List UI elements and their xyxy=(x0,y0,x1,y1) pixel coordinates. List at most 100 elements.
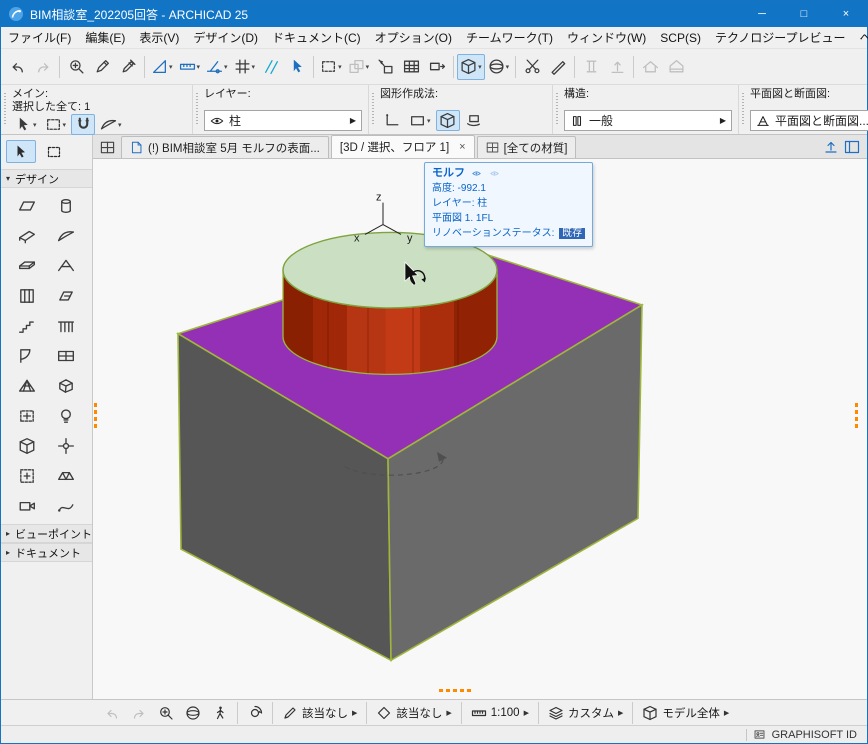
dropdown-caret-icon[interactable]: ▾ xyxy=(366,63,370,71)
title-bar[interactable]: BIM相談室_202205回答 - ARCHICAD 25 ─ □ × xyxy=(1,1,867,27)
rectangle-method-button[interactable]: ▾ xyxy=(406,110,434,131)
menu-options[interactable]: オプション(O) xyxy=(368,27,459,48)
dropdown-arrow-icon[interactable]: ▶ xyxy=(350,116,356,125)
3d-projection-button[interactable]: ▾ xyxy=(485,54,513,80)
dropdown-caret-icon[interactable]: ▾ xyxy=(169,63,173,71)
zone-tool[interactable] xyxy=(7,402,47,430)
spline-tool[interactable] xyxy=(47,492,87,520)
layer-combination-selector[interactable]: カスタム ▶ xyxy=(543,702,628,724)
bottom-dock-handle[interactable] xyxy=(439,689,473,692)
skylight-tool[interactable] xyxy=(47,282,87,310)
wall-tool[interactable] xyxy=(7,192,47,220)
toolbox-section-viewpoint[interactable]: ▸ ビューポイント xyxy=(1,524,92,543)
graphic-override-selector[interactable]: 該当なし ▶ xyxy=(371,702,456,724)
redo-button[interactable] xyxy=(30,54,56,80)
solid-edit-button[interactable] xyxy=(578,54,604,80)
toolbox-section-design[interactable]: ▾ デザイン xyxy=(1,169,92,188)
zoom-tool-button[interactable] xyxy=(63,54,89,80)
polyline-method-button[interactable] xyxy=(380,110,404,131)
truss-tool[interactable] xyxy=(47,462,87,490)
dropdown-arrow-icon[interactable]: ▶ xyxy=(720,116,726,125)
cursor-snap-button[interactable] xyxy=(284,54,310,80)
morph-tool[interactable] xyxy=(47,372,87,400)
stair-tool[interactable] xyxy=(7,312,47,340)
pickup-parameters-button[interactable] xyxy=(89,54,115,80)
dropdown-caret-icon[interactable]: ▾ xyxy=(338,63,342,71)
slab-tool[interactable] xyxy=(7,252,47,280)
guide-lines-button[interactable] xyxy=(258,54,284,80)
split-button[interactable] xyxy=(519,54,545,80)
menu-edit[interactable]: 編集(E) xyxy=(78,27,132,48)
camera-tool[interactable] xyxy=(7,492,47,520)
view-forward-button[interactable] xyxy=(126,702,152,724)
snap-point-options-button[interactable]: ▾ xyxy=(203,54,231,80)
dropdown-arrow-icon[interactable]: ▶ xyxy=(618,709,623,717)
arrow-tool-options-button[interactable]: ▾ xyxy=(12,114,40,135)
dropdown-arrow-icon[interactable]: ▶ xyxy=(524,709,529,717)
dropdown-caret-icon[interactable]: ▾ xyxy=(506,63,510,71)
dropdown-arrow-icon[interactable]: ▶ xyxy=(352,709,357,717)
organizer-icon[interactable] xyxy=(844,139,860,155)
close-button[interactable]: × xyxy=(825,1,867,27)
roof-tool[interactable] xyxy=(47,252,87,280)
adjust-elements-button[interactable] xyxy=(424,54,450,80)
select-tool[interactable] xyxy=(6,140,36,163)
dropdown-caret-icon[interactable]: ▾ xyxy=(63,121,67,129)
explore-model-button[interactable] xyxy=(207,702,233,724)
3d-visualization-button[interactable]: ▾ xyxy=(457,54,485,80)
left-dock-handle[interactable] xyxy=(94,403,97,431)
curtain-wall-tool[interactable] xyxy=(7,282,47,310)
floorplan-display-selector[interactable]: 平面図と断面図... xyxy=(750,110,868,131)
layer-selector[interactable]: 柱 ▶ xyxy=(204,110,362,131)
object-tool[interactable] xyxy=(7,432,47,460)
inject-parameters-button[interactable] xyxy=(115,54,141,80)
roof-tools-button[interactable] xyxy=(637,54,663,80)
trim-button[interactable] xyxy=(545,54,571,80)
opening-tool[interactable] xyxy=(7,462,47,490)
shape-options-button[interactable]: ▾ xyxy=(97,114,125,135)
structure-filter-selector[interactable]: モデル全体 ▶ xyxy=(637,702,734,724)
story-tools-button[interactable] xyxy=(663,54,689,80)
grid-element-tool[interactable] xyxy=(47,432,87,460)
dropdown-arrow-icon[interactable]: ▶ xyxy=(724,709,729,717)
tracker-options-button[interactable]: ▾ xyxy=(148,54,176,80)
minimize-button[interactable]: ─ xyxy=(741,1,783,27)
column-tool[interactable] xyxy=(47,192,87,220)
beam-tool[interactable] xyxy=(7,222,47,250)
suspend-groups-button[interactable] xyxy=(71,114,95,135)
tab-floorplan[interactable]: (!) BIM相談室 5月 モルフの表面... xyxy=(121,136,329,158)
pen-set-selector[interactable]: 該当なし ▶ xyxy=(277,702,362,724)
right-dock-handle[interactable] xyxy=(855,403,858,431)
menu-tech-preview[interactable]: テクノロジープレビュー xyxy=(708,27,853,48)
dropdown-caret-icon[interactable]: ▾ xyxy=(224,63,228,71)
cylinder-element[interactable] xyxy=(283,232,497,374)
group-options-button[interactable]: ▾ xyxy=(345,54,373,80)
dropdown-caret-icon[interactable]: ▾ xyxy=(197,63,201,71)
3d-canvas[interactable]: z x y モルフ 高度: - xyxy=(93,159,867,699)
element-schedule-button[interactable] xyxy=(398,54,424,80)
elevation-edit-button[interactable] xyxy=(604,54,630,80)
graphisoft-id-label[interactable]: GRAPHISOFT ID xyxy=(772,729,857,741)
view-back-button[interactable] xyxy=(99,702,125,724)
structure-selector[interactable]: 一般 ▶ xyxy=(564,110,732,131)
railing-tool[interactable] xyxy=(47,312,87,340)
revolved-method-button[interactable] xyxy=(462,110,486,131)
dropdown-caret-icon[interactable]: ▾ xyxy=(118,121,122,129)
lamp-tool[interactable] xyxy=(47,402,87,430)
shell-tool[interactable] xyxy=(47,222,87,250)
tab-3d-view[interactable]: [3D / 選択、フロア 1] × xyxy=(331,135,475,158)
menu-help[interactable]: ヘルプ(H) xyxy=(853,27,868,48)
zoom-in-button[interactable] xyxy=(153,702,179,724)
box-method-button[interactable] xyxy=(436,110,460,131)
orbit-mode-button[interactable] xyxy=(242,702,268,724)
pick-up-button[interactable] xyxy=(372,54,398,80)
menu-teamwork[interactable]: チームワーク(T) xyxy=(459,27,560,48)
menu-design[interactable]: デザイン(D) xyxy=(186,27,265,48)
menu-document[interactable]: ドキュメント(C) xyxy=(265,27,368,48)
door-tool[interactable] xyxy=(7,342,47,370)
measure-options-button[interactable]: ▾ xyxy=(176,54,204,80)
menu-window[interactable]: ウィンドウ(W) xyxy=(560,27,653,48)
marquee-options-button[interactable]: ▾ xyxy=(317,54,345,80)
menu-scp[interactable]: SCP(S) xyxy=(653,27,708,48)
toolbox-section-document[interactable]: ▸ ドキュメント xyxy=(1,543,92,562)
